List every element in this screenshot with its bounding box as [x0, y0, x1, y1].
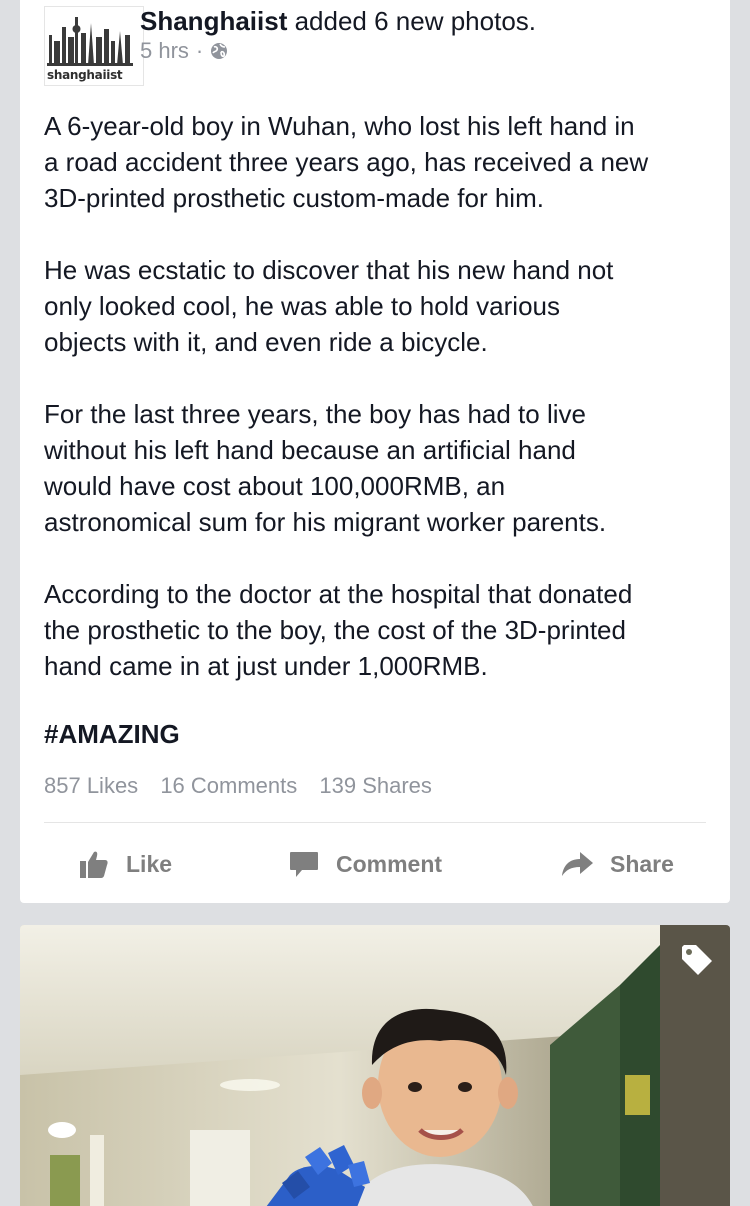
post-paragraph: He was ecstatic to discover that his new…	[44, 255, 614, 357]
share-button[interactable]: Share	[560, 838, 674, 890]
post-timestamp[interactable]: 5 hrs	[140, 38, 189, 64]
like-label: Like	[126, 850, 173, 877]
share-arrow-icon	[562, 852, 593, 876]
comment-label: Comment	[336, 850, 443, 877]
post-actions: Like Comment Share	[20, 838, 730, 890]
post-paragraph: For the last three years, the boy has ha…	[44, 399, 607, 537]
comments-count[interactable]: 16 Comments	[160, 773, 297, 798]
avatar-label: shanghaiist	[47, 68, 123, 82]
comment-button[interactable]: Comment	[288, 838, 442, 890]
post-paragraph: According to the doctor at the hospital …	[44, 579, 633, 681]
thumbs-up-icon	[80, 851, 108, 878]
share-label: Share	[610, 850, 674, 877]
photo-card	[20, 925, 730, 1206]
post-action-text: added 6 new photos.	[294, 6, 537, 36]
post-stats: 857 Likes 16 Comments 139 Shares	[44, 773, 448, 799]
post-card: shanghaiist Shanghaiist added 6 new phot…	[20, 0, 730, 903]
actions-divider	[44, 822, 706, 823]
post-photo[interactable]	[20, 925, 730, 1206]
post-header: Shanghaiist added 6 new photos.	[140, 6, 536, 37]
likes-count[interactable]: 857 Likes	[44, 773, 138, 798]
like-button[interactable]: Like	[78, 838, 172, 890]
post-meta: 5 hrs ·	[140, 38, 228, 64]
shares-count[interactable]: 139 Shares	[319, 773, 432, 798]
post-paragraph: A 6-year-old boy in Wuhan, who lost his …	[44, 111, 649, 213]
globe-icon	[211, 43, 228, 59]
comment-bubble-icon	[290, 852, 318, 877]
post-message: A 6-year-old boy in Wuhan, who lost his …	[44, 108, 714, 720]
page-name-link[interactable]: Shanghaiist	[140, 6, 287, 36]
hashtag-link[interactable]: #AMAZING	[44, 719, 180, 750]
tag-icon[interactable]	[680, 943, 714, 977]
meta-separator: ·	[195, 38, 204, 63]
skyline-logo-icon	[47, 17, 133, 66]
page-avatar[interactable]: shanghaiist	[44, 6, 144, 86]
